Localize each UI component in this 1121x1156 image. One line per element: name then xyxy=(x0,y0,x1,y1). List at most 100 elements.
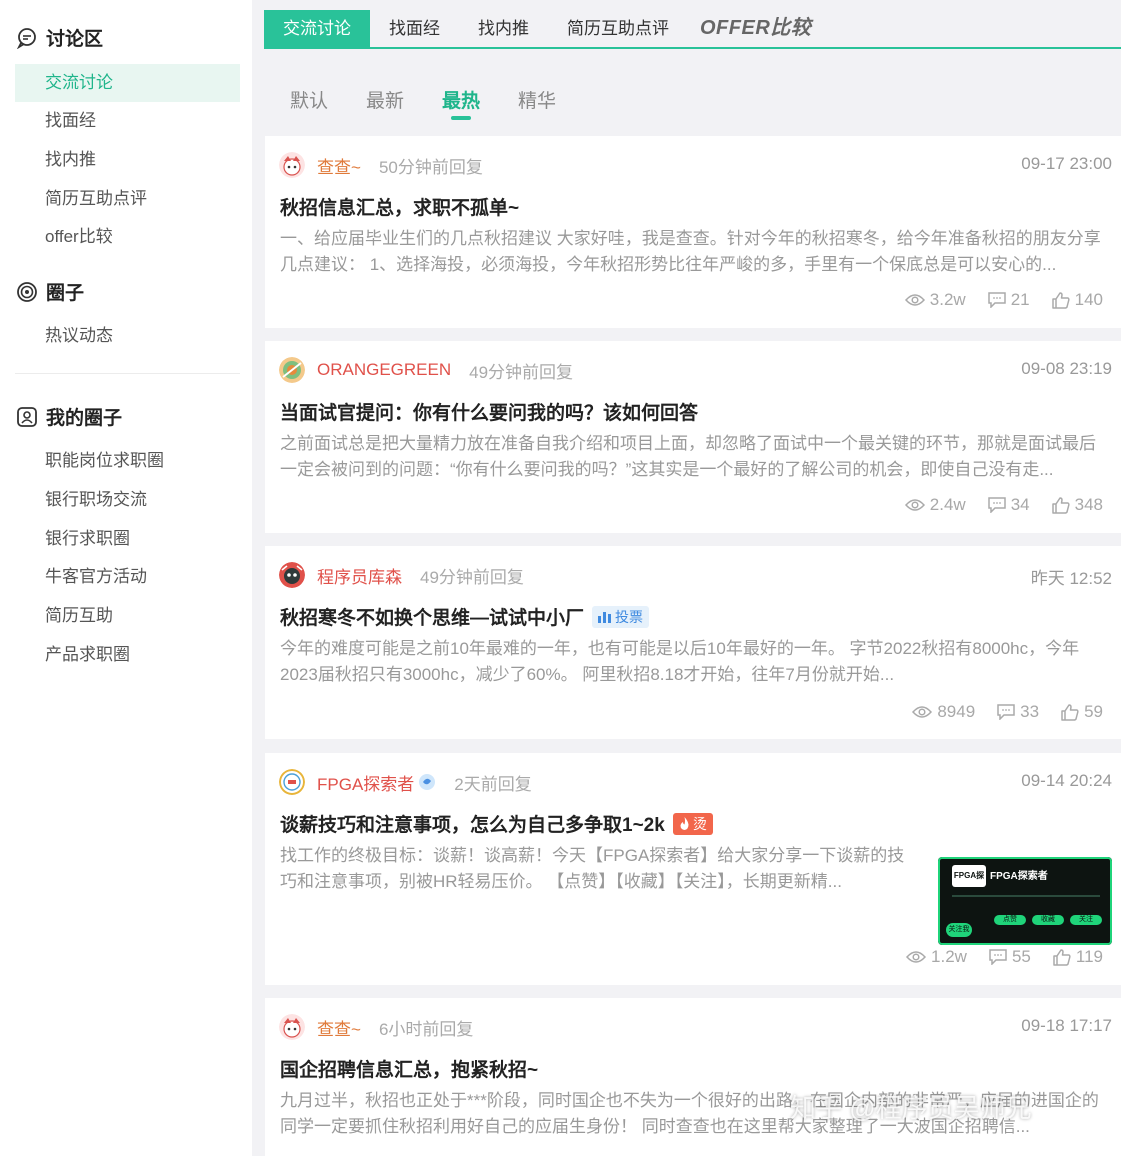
thumb-line xyxy=(952,895,1100,897)
thumb-chip-like: 点赞 xyxy=(994,915,1026,925)
post-thumbnail[interactable]: FPGA探索者 FPGA探索者 点赞 收藏 关注 关注我 xyxy=(938,857,1112,945)
post-reply-time: 49分钟前回复 xyxy=(420,567,524,587)
tab-resume[interactable]: 简历互助点评 xyxy=(548,10,688,47)
section-my-circle: 我的圈子 xyxy=(16,403,122,430)
post-date: 09-14 20:24 xyxy=(1021,771,1112,790)
watermark: 知乎 @程序员吴师兄 xyxy=(790,1093,1032,1123)
comment-count[interactable]: 55 xyxy=(989,947,1031,967)
post-stats: 2.4w 34 348 xyxy=(883,495,1103,515)
sidebar-item-circle-6[interactable]: 产品求职圈 xyxy=(15,636,240,674)
view-count: 1.2w xyxy=(906,947,967,967)
vote-badge-label: 投票 xyxy=(615,608,644,625)
sidebar-item-discussion[interactable]: 交流讨论 xyxy=(15,64,240,102)
post-author[interactable]: FPGA探索者 xyxy=(317,770,414,795)
sidebar-item-hot[interactable]: 热议动态 xyxy=(15,317,240,355)
hot-badge-label: 烫 xyxy=(692,815,707,832)
post-title-text[interactable]: 当面试官提问：你有什么要问我的吗？该如何回答 xyxy=(280,398,698,425)
sort-featured[interactable]: 精华 xyxy=(518,86,556,120)
comment-count-value: 21 xyxy=(1010,290,1030,309)
top-tabs: 交流讨论 找面经 找内推 简历互助点评 OFFER比较 xyxy=(264,10,1121,49)
thumbs-up-icon xyxy=(1053,948,1071,966)
avatar[interactable] xyxy=(279,769,305,795)
view-count-value: 8949 xyxy=(937,702,976,721)
sidebar-item-referral[interactable]: 找内推 xyxy=(15,141,240,179)
avatar[interactable] xyxy=(279,1014,305,1040)
like-count[interactable]: 119 xyxy=(1053,947,1103,967)
post-author[interactable]: 程序员库森 xyxy=(317,563,402,588)
post-title[interactable]: 当面试官提问：你有什么要问我的吗？该如何回答 xyxy=(280,398,698,425)
thumb-logo: FPGA探索者 xyxy=(952,865,986,887)
sidebar-item-resume[interactable]: 简历互助点评 xyxy=(15,180,240,218)
sort-default[interactable]: 默认 xyxy=(290,86,328,120)
chat-bubble-icon xyxy=(16,27,38,49)
user-icon xyxy=(16,406,38,428)
sidebar-item-circle-5[interactable]: 简历互助 xyxy=(15,597,240,635)
post-reply-time: 6小时前回复 xyxy=(378,1019,474,1039)
sidebar-item-offer[interactable]: offer比较 xyxy=(15,218,240,256)
section-circle: 圈子 xyxy=(16,278,84,305)
sidebar-item-circle-1[interactable]: 职能岗位求职圈 xyxy=(15,442,240,480)
tab-referral[interactable]: 找内推 xyxy=(459,10,548,47)
thumb-tag: 关注我 xyxy=(946,923,972,937)
avatar[interactable] xyxy=(279,562,305,588)
post-author[interactable]: 查查~ xyxy=(317,1015,361,1040)
avatar[interactable] xyxy=(279,152,305,178)
post-card[interactable]: 查查~ 6小时前回复 09-18 17:17 国企招聘信息汇总，抱紧秋招~ 九月… xyxy=(265,998,1121,1156)
sidebar-item-circle-3[interactable]: 银行求职圈 xyxy=(15,520,240,558)
tab-offer-compare[interactable]: OFFER比较 xyxy=(688,10,830,47)
comment-count-value: 55 xyxy=(1011,947,1031,966)
post-title[interactable]: 秋招信息汇总，求职不孤单~ xyxy=(280,193,519,220)
post-excerpt: 找工作的终极目标：谈薪！谈高薪！今天【FPGA探索者】给大家分享一下谈薪的技巧和… xyxy=(280,846,905,891)
post-author[interactable]: 查查~ xyxy=(317,153,361,178)
like-count-value: 348 xyxy=(1074,495,1103,514)
post-title[interactable]: 秋招寒冬不如换个思维—试试中小厂 投票 xyxy=(280,603,650,630)
thumbs-up-icon xyxy=(1051,496,1070,514)
comment-icon xyxy=(997,704,1015,720)
post-title[interactable]: 国企招聘信息汇总，抱紧秋招~ xyxy=(280,1055,538,1082)
verified-icon xyxy=(418,773,436,791)
flame-icon xyxy=(680,817,689,830)
eye-icon xyxy=(906,951,927,963)
sidebar-item-circle-4[interactable]: 牛客官方活动 xyxy=(15,558,240,596)
comment-count-value: 34 xyxy=(1010,495,1030,514)
section-title-discussion: 讨论区 xyxy=(46,29,104,50)
like-count[interactable]: 59 xyxy=(1061,702,1103,722)
comment-icon xyxy=(989,949,1007,965)
post-card[interactable]: 程序员库森 49分钟前回复 昨天 12:52 秋招寒冬不如换个思维—试试中小厂 … xyxy=(265,546,1121,739)
comment-icon xyxy=(987,292,1006,308)
post-title-text[interactable]: 谈薪技巧和注意事项，怎么为自己多争取1~2k xyxy=(280,810,665,837)
post-reply-time: 2天前回复 xyxy=(454,774,532,794)
post-card[interactable]: FPGA探索者 2天前回复 09-14 20:24 谈薪技巧和注意事项，怎么为自… xyxy=(265,753,1121,985)
post-date: 09-17 23:00 xyxy=(1021,154,1112,173)
sort-hottest[interactable]: 最热 xyxy=(442,86,480,120)
view-count: 3.2w xyxy=(904,290,966,310)
post-card[interactable]: ORANGEGREEN 49分钟前回复 09-08 23:19 当面试官提问：你… xyxy=(265,341,1121,533)
comment-count[interactable]: 33 xyxy=(997,702,1039,722)
thumb-chip-fav: 收藏 xyxy=(1032,915,1064,925)
thumb-chip-follow: 关注 xyxy=(1070,915,1102,925)
post-title[interactable]: 谈薪技巧和注意事项，怎么为自己多争取1~2k 烫 xyxy=(280,810,713,837)
like-count[interactable]: 348 xyxy=(1051,495,1103,515)
post-author[interactable]: ORANGEGREEN xyxy=(317,360,451,380)
like-count[interactable]: 140 xyxy=(1051,290,1103,310)
sidebar-item-circle-2[interactable]: 银行职场交流 xyxy=(15,481,240,519)
view-count: 8949 xyxy=(912,702,975,722)
comment-count[interactable]: 34 xyxy=(987,495,1030,515)
sort-latest[interactable]: 最新 xyxy=(366,86,404,120)
comment-icon xyxy=(987,497,1006,513)
post-title-text[interactable]: 国企招聘信息汇总，抱紧秋招~ xyxy=(280,1055,538,1082)
section-discussion: 讨论区 xyxy=(16,24,103,51)
sidebar: 讨论区 交流讨论 找面经 找内推 简历互助点评 offer比较 圈子 热议动态 … xyxy=(0,0,252,1156)
view-count-value: 1.2w xyxy=(931,947,967,966)
view-count-value: 3.2w xyxy=(929,290,966,309)
sidebar-divider xyxy=(15,373,240,374)
sidebar-item-interview[interactable]: 找面经 xyxy=(15,102,240,140)
post-title-text[interactable]: 秋招信息汇总，求职不孤单~ xyxy=(280,193,519,220)
tab-interview[interactable]: 找面经 xyxy=(370,10,459,47)
post-card[interactable]: 查查~ 50分钟前回复 09-17 23:00 秋招信息汇总，求职不孤单~ 一、… xyxy=(265,136,1121,328)
post-excerpt: 之前面试总是把大量精力放在准备自我介绍和项目上面，却忽略了面试中一个最关键的环节… xyxy=(280,434,1096,479)
post-title-text[interactable]: 秋招寒冬不如换个思维—试试中小厂 xyxy=(280,603,584,630)
avatar[interactable] xyxy=(279,357,305,383)
comment-count[interactable]: 21 xyxy=(987,290,1030,310)
tab-discussion[interactable]: 交流讨论 xyxy=(264,10,370,47)
